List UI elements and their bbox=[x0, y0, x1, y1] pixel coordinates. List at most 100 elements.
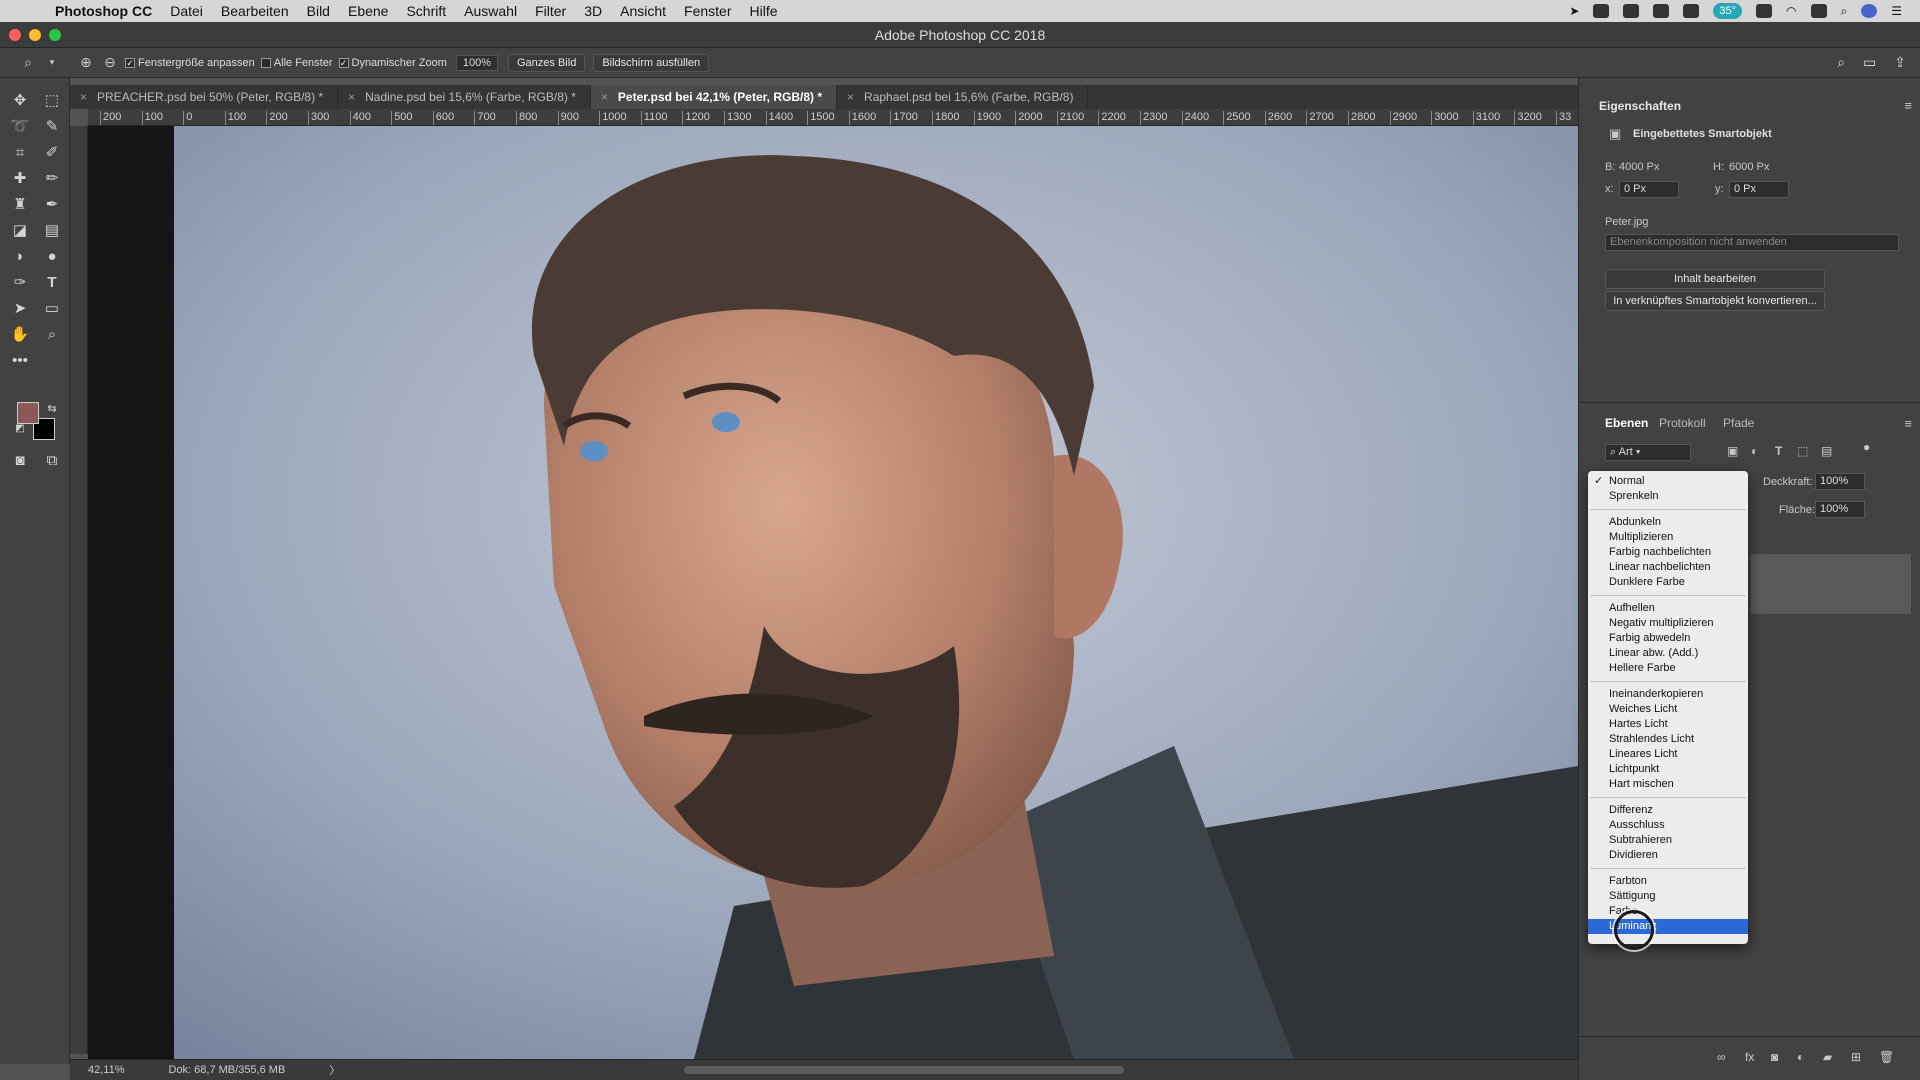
blend-mode-farbe[interactable]: Farbe bbox=[1588, 904, 1748, 919]
siri-icon[interactable] bbox=[1861, 4, 1878, 18]
eraser-tool-icon[interactable]: ◪ bbox=[9, 220, 31, 242]
wifi-icon[interactable]: ◠ bbox=[1786, 4, 1796, 18]
menu-auswahl[interactable]: Auswahl bbox=[455, 3, 526, 19]
airplay-icon[interactable] bbox=[1756, 4, 1773, 18]
tab-pfade[interactable]: Pfade bbox=[1723, 416, 1754, 430]
menu-ebene[interactable]: Ebene bbox=[339, 3, 397, 19]
add-mask-icon[interactable]: ◙ bbox=[1771, 1050, 1778, 1064]
filter-type-icon[interactable]: T bbox=[1775, 444, 1782, 458]
portrait-photo[interactable] bbox=[174, 126, 1578, 1059]
dodge-tool-icon[interactable]: ● bbox=[41, 246, 63, 268]
default-colors-icon[interactable]: ◩ bbox=[9, 418, 31, 440]
fill-screen-button[interactable]: Bildschirm ausfüllen bbox=[593, 53, 710, 72]
screen-mode-icon[interactable]: ⧉ bbox=[41, 450, 63, 472]
lasso-tool-icon[interactable]: ➰ bbox=[9, 116, 31, 138]
blend-mode-farbig-abwedeln[interactable]: Farbig abwedeln bbox=[1588, 631, 1748, 646]
search-icon[interactable]: ⌕ bbox=[1837, 54, 1845, 71]
move-tool-icon[interactable]: ✥ bbox=[9, 90, 31, 112]
blend-mode-hart-mischen[interactable]: Hart mischen bbox=[1588, 777, 1748, 792]
tab-ebenen[interactable]: Ebenen bbox=[1605, 416, 1648, 430]
filter-adjustment-icon[interactable]: ◐ bbox=[1751, 444, 1758, 458]
y-input[interactable]: 0 Px bbox=[1729, 181, 1789, 198]
fit-window-checkbox[interactable]: ✓ Fenstergröße anpassen bbox=[125, 57, 255, 69]
menu-app[interactable]: Photoshop CC bbox=[46, 3, 161, 19]
blend-mode-subtrahieren[interactable]: Subtrahieren bbox=[1588, 833, 1748, 848]
battery-badge[interactable]: 35° bbox=[1713, 3, 1743, 19]
close-tab-icon[interactable]: × bbox=[847, 90, 854, 104]
properties-panel-title[interactable]: Eigenschaften bbox=[1599, 99, 1681, 113]
menu-hilfe[interactable]: Hilfe bbox=[741, 3, 787, 19]
blend-mode-hellere-farbe[interactable]: Hellere Farbe bbox=[1588, 661, 1748, 676]
layers-panel-menu-icon[interactable]: ≡ bbox=[1904, 416, 1912, 431]
path-select-tool-icon[interactable]: ➤ bbox=[9, 298, 31, 320]
creative-cloud-icon[interactable] bbox=[1683, 4, 1700, 18]
layer-row-selected[interactable] bbox=[1751, 554, 1911, 614]
blend-mode-sättigung[interactable]: Sättigung bbox=[1588, 889, 1748, 904]
menu-bearbeiten[interactable]: Bearbeiten bbox=[212, 3, 298, 19]
quick-mask-icon[interactable]: ◙ bbox=[9, 450, 31, 472]
close-window-button[interactable] bbox=[9, 29, 21, 41]
vertical-ruler[interactable] bbox=[70, 126, 88, 1054]
delete-layer-icon[interactable]: 🗑 bbox=[1879, 1050, 1894, 1064]
quick-select-tool-icon[interactable]: ✎ bbox=[41, 116, 63, 138]
share-icon[interactable]: ⇪ bbox=[1894, 54, 1906, 71]
workspace-icon[interactable]: ▭ bbox=[1863, 54, 1876, 71]
edit-contents-button[interactable]: Inhalt bearbeiten bbox=[1605, 269, 1825, 289]
close-tab-icon[interactable]: × bbox=[80, 90, 87, 104]
layer-comp-select[interactable]: Ebenenkomposition nicht anwenden bbox=[1605, 234, 1899, 251]
crop-tool-icon[interactable]: ⌗ bbox=[9, 142, 31, 164]
blend-mode-farbton[interactable]: Farbton bbox=[1588, 874, 1748, 889]
zoom-window-button[interactable] bbox=[49, 29, 61, 41]
blend-mode-linear-nachbelichten[interactable]: Linear nachbelichten bbox=[1588, 560, 1748, 575]
marquee-tool-icon[interactable]: ⬚ bbox=[41, 90, 63, 112]
status-menu-arrow[interactable]: 〉 bbox=[329, 1062, 340, 1078]
gradient-tool-icon[interactable]: ▤ bbox=[41, 220, 63, 242]
horizontal-ruler[interactable]: 200 100 0 100 200 300 400 500 600 700 800 900 1000 11… bbox=[88, 109, 1578, 126]
opacity-input[interactable]: 100% bbox=[1815, 473, 1865, 490]
new-layer-icon[interactable]: ⊞ bbox=[1851, 1050, 1861, 1064]
record-icon[interactable] bbox=[1593, 4, 1610, 18]
blend-mode-ineinanderkopieren[interactable]: Ineinanderkopieren bbox=[1588, 687, 1748, 702]
tab-preacher[interactable]: × PREACHER.psd bei 50% (Peter, RGB/8) * bbox=[70, 85, 339, 109]
more-tools-icon[interactable]: ••• bbox=[9, 350, 31, 372]
link-layers-icon[interactable]: ∞ bbox=[1717, 1050, 1726, 1064]
blend-mode-ausschluss[interactable]: Ausschluss bbox=[1588, 818, 1748, 833]
filter-smartobject-icon[interactable]: ▤ bbox=[1821, 444, 1832, 458]
all-windows-checkbox[interactable]: Alle Fenster bbox=[260, 57, 333, 69]
menu-3d[interactable]: 3D bbox=[575, 3, 611, 19]
document-canvas[interactable] bbox=[88, 126, 1578, 1059]
rectangle-tool-icon[interactable]: ▭ bbox=[41, 298, 63, 320]
dropbox-icon[interactable] bbox=[1653, 4, 1670, 18]
display-icon[interactable] bbox=[1623, 4, 1640, 18]
tab-nadine[interactable]: × Nadine.psd bei 15,6% (Farbe, RGB/8) * bbox=[338, 85, 591, 109]
zoom-in-icon[interactable]: ⊕ bbox=[78, 54, 94, 71]
layer-filter-select[interactable]: ⌕ Art ▾ bbox=[1605, 444, 1691, 461]
fit-screen-button[interactable]: Ganzes Bild bbox=[508, 53, 586, 72]
blend-mode-multiplizieren[interactable]: Multiplizieren bbox=[1588, 530, 1748, 545]
blend-mode-differenz[interactable]: Differenz bbox=[1588, 803, 1748, 818]
blend-mode-hartes-licht[interactable]: Hartes Licht bbox=[1588, 717, 1748, 732]
swap-colors-icon[interactable]: ⇆ bbox=[41, 398, 63, 420]
blend-mode-sprenkeln[interactable]: Sprenkeln bbox=[1588, 489, 1748, 504]
convert-linked-button[interactable]: In verknüpftes Smartobjekt konvertieren.… bbox=[1605, 291, 1825, 311]
blend-mode-lineares-licht[interactable]: Lineares Licht bbox=[1588, 747, 1748, 762]
hand-tool-icon[interactable]: ✋ bbox=[9, 324, 31, 346]
menu-ansicht[interactable]: Ansicht bbox=[611, 3, 675, 19]
menu-schrift[interactable]: Schrift bbox=[397, 3, 455, 19]
blend-mode-lichtpunkt[interactable]: Lichtpunkt bbox=[1588, 762, 1748, 777]
notification-icon[interactable]: ☰ bbox=[1891, 4, 1902, 18]
location-icon[interactable]: ➤ bbox=[1569, 4, 1579, 18]
blur-tool-icon[interactable]: ◗ bbox=[9, 246, 31, 268]
blend-mode-dunklere-farbe[interactable]: Dunklere Farbe bbox=[1588, 575, 1748, 590]
filter-shape-icon[interactable]: ⬚ bbox=[1797, 444, 1808, 458]
pen-tool-icon[interactable]: ✑ bbox=[9, 272, 31, 294]
close-tab-icon[interactable]: × bbox=[601, 90, 608, 104]
chevron-down-icon[interactable]: ▾ bbox=[44, 57, 60, 68]
blend-mode-normal[interactable]: ✓ Normal bbox=[1588, 474, 1748, 489]
fx-icon[interactable]: fx bbox=[1745, 1050, 1754, 1064]
blend-mode-luminanz[interactable]: Luminanz bbox=[1588, 919, 1748, 934]
blend-mode-aufhellen[interactable]: Aufhellen bbox=[1588, 601, 1748, 616]
menu-datei[interactable]: Datei bbox=[161, 3, 212, 19]
type-tool-icon[interactable]: T bbox=[41, 272, 63, 294]
zoom-tool-preset-icon[interactable]: ⌕ bbox=[20, 54, 36, 71]
